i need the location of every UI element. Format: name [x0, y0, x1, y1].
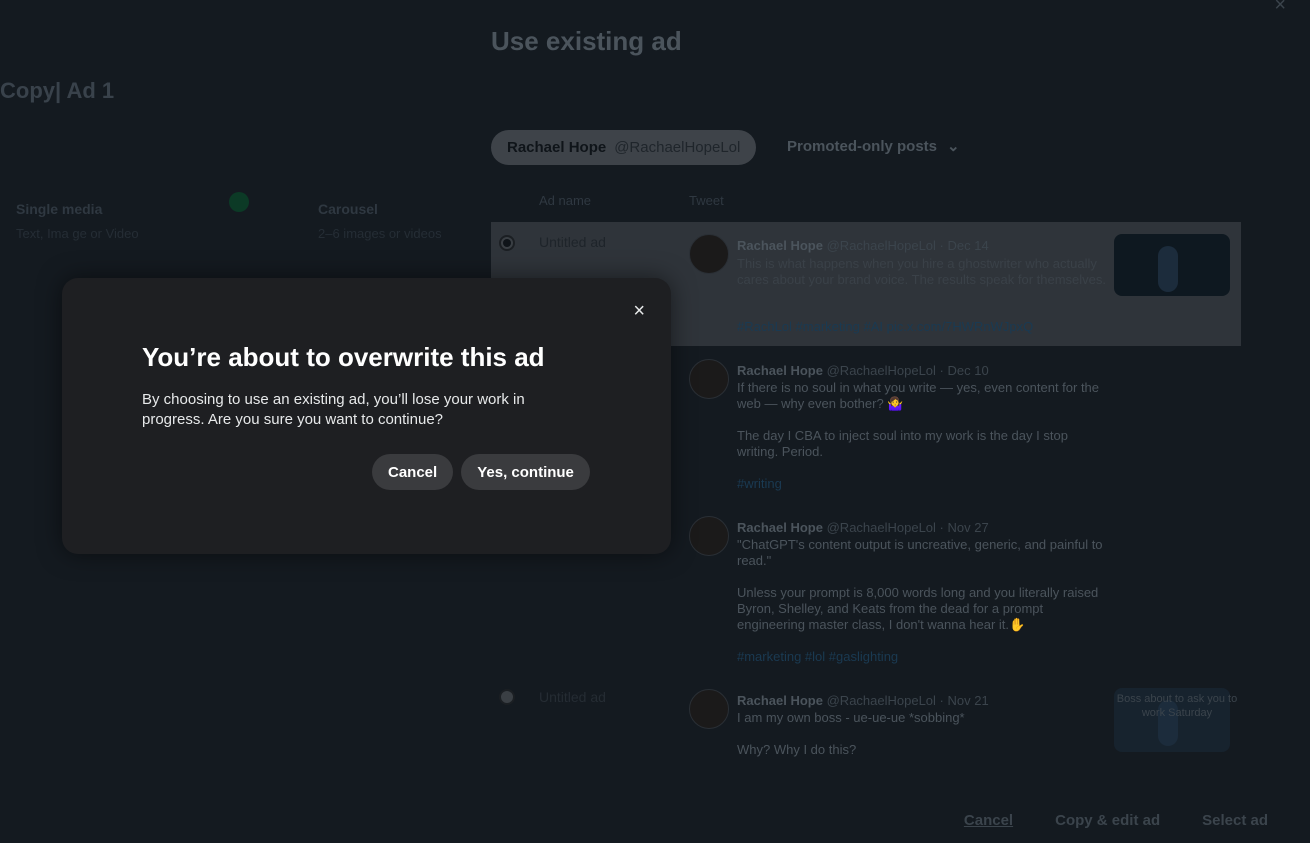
column-header-ad-name: Ad name [539, 193, 592, 208]
tweet-handle-date: @RachaelHopeLol · Nov 21 [826, 693, 989, 708]
tweet-text: This is what happens when you hire a gho… [737, 256, 1107, 287]
cancel-link[interactable]: Cancel [964, 812, 1013, 829]
tweet-hashtags[interactable]: #writing [737, 476, 782, 491]
tweet-hashtags[interactable]: #RachLol #marketing #AI pic.x.com/7HWRnW… [737, 319, 1033, 334]
tweet-author: Rachael Hope [737, 520, 823, 535]
dialog-message: By choosing to use an existing ad, you’l… [142, 391, 525, 428]
format-option-carousel[interactable]: Carousel [318, 201, 378, 217]
close-icon[interactable]: × [1274, 0, 1286, 17]
filter-label: Promoted-only posts [787, 137, 938, 155]
radio-unselected[interactable] [499, 689, 515, 705]
tweet-author: Rachael Hope [737, 693, 823, 708]
account-handle: @RachaelHopeLol [614, 139, 741, 156]
tweet-author: Rachael Hope [737, 363, 823, 378]
panel-title: Use existing ad [491, 26, 682, 56]
dialog-actions: Cancel Yes, continue [372, 454, 590, 490]
cancel-button[interactable]: Cancel [372, 454, 454, 490]
account-name: Rachael Hope [507, 139, 607, 156]
panel-footer: Cancel Copy & edit ad Select ad [964, 812, 1268, 829]
tweet-handle-date: @RachaelHopeLol · Dec 10 [826, 363, 989, 378]
tweet-meta: Rachael Hope @RachaelHopeLol · Nov 21 [737, 693, 989, 708]
select-ad-button[interactable]: Select ad [1202, 812, 1268, 829]
avatar [689, 689, 729, 729]
close-icon[interactable]: × [633, 300, 645, 323]
ad-name: Untitled ad [539, 234, 606, 250]
tweet-meta: Rachael Hope @RachaelHopeLol · Dec 14 [737, 238, 989, 253]
tweet-text: I am my own boss - ue-ue-ue *sobbing* Wh… [737, 710, 965, 757]
post-filter-dropdown[interactable]: Promoted-only posts ⌄ [787, 137, 960, 156]
tweet-handle-date: @RachaelHopeLol · Nov 27 [826, 520, 989, 535]
thumbnail-caption: Boss about to ask you to work Saturday [1116, 693, 1238, 719]
tweet-meta: Rachael Hope @RachaelHopeLol · Dec 10 [737, 363, 989, 378]
format-option-sub: 2–6 images or videos [318, 226, 442, 241]
account-selector[interactable]: Rachael Hope @RachaelHopeLol [491, 130, 757, 165]
dialog-title: You’re about to overwrite this ad [142, 342, 545, 372]
tweet-author: Rachael Hope [737, 238, 823, 253]
column-header-tweet: Tweet [689, 193, 724, 208]
radio-selected[interactable] [499, 235, 515, 251]
tweet-text: If there is no soul in what you write — … [737, 380, 1100, 459]
chevron-down-icon: ⌄ [947, 138, 960, 155]
yes-continue-button[interactable]: Yes, continue [461, 454, 590, 490]
check-icon [229, 192, 249, 212]
overwrite-confirm-dialog: × You’re about to overwrite this ad By c… [62, 278, 671, 554]
avatar [689, 234, 729, 274]
tweet-hashtags[interactable]: #marketing #lol #gaslighting [737, 649, 898, 664]
tweet-text: "ChatGPT's content output is uncreative,… [737, 537, 1103, 632]
ad-name: Untitled ad [539, 689, 606, 705]
tweet-handle-date: @RachaelHopeLol · Dec 14 [826, 238, 989, 253]
tweet-meta: Rachael Hope @RachaelHopeLol · Nov 27 [737, 520, 989, 535]
copy-edit-ad-button[interactable]: Copy & edit ad [1055, 812, 1160, 829]
ad-row[interactable]: Untitled ad Rachael Hope @RachaelHopeLol… [491, 680, 1241, 780]
ad-title: Copy| Ad 1 [0, 78, 115, 103]
format-option-single-media[interactable]: Single media [16, 201, 102, 217]
avatar [689, 516, 729, 556]
tweet-media-thumbnail [1114, 234, 1230, 296]
avatar [689, 359, 729, 399]
format-option-sub: Text, Ima ge or Video [16, 226, 139, 241]
